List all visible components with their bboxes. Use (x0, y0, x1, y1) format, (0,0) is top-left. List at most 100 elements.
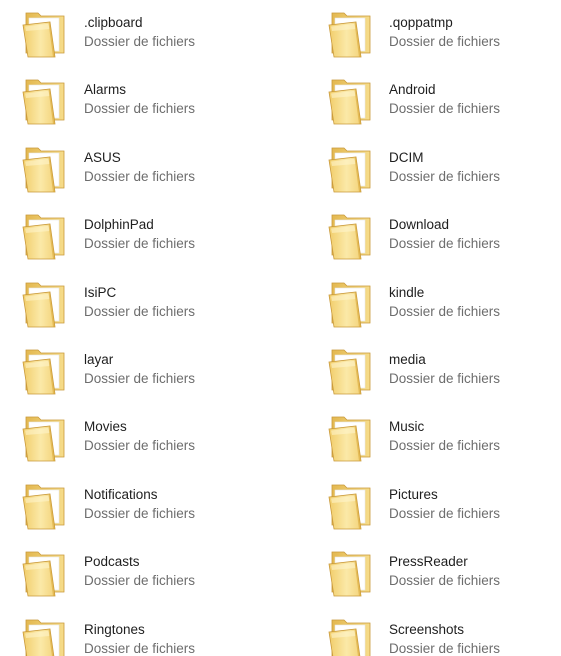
folder-item-pictures[interactable]: Pictures Dossier de fichiers (306, 472, 561, 539)
folder-item-media[interactable]: media Dossier de fichiers (306, 337, 561, 404)
folder-type: Dossier de fichiers (84, 236, 196, 252)
folder-text: media Dossier de fichiers (389, 350, 500, 388)
folder-type: Dossier de fichiers (84, 573, 196, 589)
folder-type: Dossier de fichiers (389, 101, 501, 117)
folder-type: Dossier de fichiers (389, 640, 501, 656)
folder-type: Dossier de fichiers (84, 370, 196, 386)
folder-name: Movies (84, 419, 127, 435)
folder-text: IsiPC Dossier de fichiers (84, 283, 195, 321)
folder-type: Dossier de fichiers (84, 34, 196, 49)
folder-name: ASUS (84, 149, 121, 165)
folder-name: IsiPC (84, 284, 117, 300)
folder-type: Dossier de fichiers (389, 438, 501, 454)
folder-icon (328, 147, 371, 193)
folder-text: Notifications Dossier de fichiers (84, 485, 195, 523)
folder-type: Dossier de fichiers (389, 505, 501, 521)
folder-icon (328, 79, 371, 125)
folder-text: kindle Dossier de fichiers (389, 283, 500, 321)
folder-item-kindle[interactable]: kindle Dossier de fichiers (306, 270, 561, 337)
folder-name: .clipboard (84, 15, 143, 30)
folder-tile-grid: .clipboard Dossier de fichiers .qoppatmp… (0, 0, 561, 656)
folder-text: .clipboard Dossier de fichiers (84, 13, 195, 51)
folder-type: Dossier de fichiers (84, 505, 196, 521)
folder-icon (328, 214, 371, 260)
folder-type: Dossier de fichiers (389, 303, 501, 319)
folder-text: Alarms Dossier de fichiers (84, 80, 195, 118)
folder-icon (22, 282, 65, 327)
folder-icon (22, 484, 65, 530)
folder-item-dcim[interactable]: DCIM Dossier de fichiers (306, 135, 561, 202)
file-explorer-content-view: .clipboard Dossier de fichiers .qoppatmp… (0, 0, 561, 656)
folder-name: Ringtones (84, 621, 145, 637)
folder-icon (328, 349, 371, 395)
folder-icon (22, 147, 65, 193)
folder-text: Screenshots Dossier de fichiers (389, 620, 500, 656)
folder-item-ringtones[interactable]: Ringtones Dossier de fichiers (0, 607, 306, 656)
folder-name: Podcasts (84, 554, 140, 570)
folder-name: PressReader (389, 554, 468, 570)
folder-text: Movies Dossier de fichiers (84, 417, 195, 455)
folder-item-screenshots[interactable]: Screenshots Dossier de fichiers (306, 607, 561, 656)
folder-icon (22, 79, 65, 125)
folder-icon (328, 484, 371, 530)
folder-item-dot-qoppatmp[interactable]: .qoppatmp Dossier de fichiers (306, 0, 561, 67)
folder-item-notifications[interactable]: Notifications Dossier de fichiers (0, 472, 306, 539)
folder-icon (328, 12, 371, 58)
folder-type: Dossier de fichiers (84, 640, 196, 656)
folder-item-android[interactable]: Android Dossier de fichiers (306, 67, 561, 134)
folder-icon (328, 416, 371, 462)
folder-icon (22, 214, 65, 260)
folder-name: media (389, 351, 426, 367)
folder-type: Dossier de fichiers (389, 370, 501, 386)
folder-name: DCIM (389, 149, 424, 165)
folder-text: DolphinPad Dossier de fichiers (84, 215, 195, 253)
folder-text: Music Dossier de fichiers (389, 417, 500, 455)
folder-text: Podcasts Dossier de fichiers (84, 552, 195, 590)
folder-type: Dossier de fichiers (389, 236, 501, 252)
folder-name: Notifications (84, 486, 158, 502)
folder-icon (328, 282, 371, 327)
folder-text: Ringtones Dossier de fichiers (84, 620, 195, 656)
folder-item-movies[interactable]: Movies Dossier de fichiers (0, 404, 306, 471)
folder-item-music[interactable]: Music Dossier de fichiers (306, 404, 561, 471)
folder-name: DolphinPad (84, 217, 154, 233)
folder-text: ASUS Dossier de fichiers (84, 148, 195, 186)
folder-type: Dossier de fichiers (84, 438, 196, 454)
folder-text: DCIM Dossier de fichiers (389, 148, 500, 186)
folder-text: Android Dossier de fichiers (389, 80, 500, 118)
folder-icon (22, 416, 65, 462)
folder-icon (22, 12, 65, 58)
folder-text: Download Dossier de fichiers (389, 215, 500, 253)
folder-type: Dossier de fichiers (389, 34, 501, 49)
folder-name: Music (389, 419, 425, 435)
folder-text: Pictures Dossier de fichiers (389, 485, 500, 523)
folder-name: .qoppatmp (389, 15, 453, 30)
folder-name: kindle (389, 284, 425, 300)
folder-item-isipc[interactable]: IsiPC Dossier de fichiers (0, 270, 306, 337)
folder-item-podcasts[interactable]: Podcasts Dossier de fichiers (0, 539, 306, 606)
folder-name: Android (389, 82, 436, 98)
folder-item-layar[interactable]: layar Dossier de fichiers (0, 337, 306, 404)
folder-type: Dossier de fichiers (389, 168, 501, 184)
folder-item-download[interactable]: Download Dossier de fichiers (306, 202, 561, 269)
folder-icon (22, 619, 65, 656)
folder-item-alarms[interactable]: Alarms Dossier de fichiers (0, 67, 306, 134)
folder-text: PressReader Dossier de fichiers (389, 552, 500, 590)
folder-name: Pictures (389, 486, 438, 502)
folder-icon (328, 551, 371, 597)
folder-text: .qoppatmp Dossier de fichiers (389, 13, 500, 51)
folder-type: Dossier de fichiers (84, 101, 196, 117)
folder-name: Download (389, 217, 450, 233)
folder-item-dolphinpad[interactable]: DolphinPad Dossier de fichiers (0, 202, 306, 269)
folder-icon (22, 349, 65, 395)
folder-item-asus[interactable]: ASUS Dossier de fichiers (0, 135, 306, 202)
folder-type: Dossier de fichiers (84, 168, 196, 184)
folder-name: Alarms (84, 82, 127, 98)
folder-icon (328, 619, 371, 656)
folder-type: Dossier de fichiers (84, 303, 196, 319)
folder-icon (22, 551, 65, 597)
folder-name: layar (84, 351, 114, 367)
folder-item-pressreader[interactable]: PressReader Dossier de fichiers (306, 539, 561, 606)
folder-item-dot-clipboard[interactable]: .clipboard Dossier de fichiers (0, 0, 306, 67)
folder-text: layar Dossier de fichiers (84, 350, 195, 388)
